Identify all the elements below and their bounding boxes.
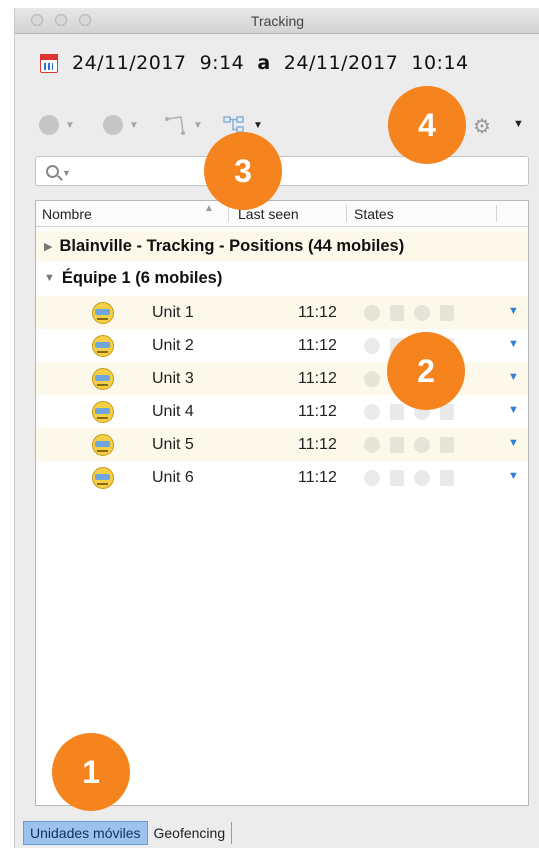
- search-options-chevron-icon[interactable]: ▼: [62, 168, 71, 178]
- bus-unit-icon: [92, 302, 114, 324]
- unit-name: Unit 5: [152, 436, 194, 453]
- bus-unit-icon: [92, 401, 114, 423]
- table-row[interactable]: Unit 1 11:12 ▼: [36, 296, 528, 329]
- mobiles-tree-table: Nombre ▲ Last seen States ▶ Blainville -…: [35, 200, 529, 806]
- states-icons: [364, 437, 454, 453]
- date-from: 24/11/2017 9:14: [72, 52, 245, 74]
- group-row-equipe-1[interactable]: ▼ Équipe 1 (6 mobiles): [36, 263, 528, 293]
- group-label: Équipe 1 (6 mobiles): [61, 268, 223, 287]
- table-row[interactable]: Unit 4 11:12 ▼: [36, 395, 528, 428]
- chevron-down-icon[interactable]: ▼: [508, 305, 519, 317]
- route-button[interactable]: ▼: [165, 114, 203, 136]
- window-title: Tracking: [250, 13, 305, 29]
- chevron-down-icon[interactable]: ▼: [508, 338, 519, 350]
- sort-ascending-icon: ▲: [204, 203, 214, 214]
- title-bar: Tracking: [15, 8, 539, 34]
- unit-name: Unit 4: [152, 403, 194, 420]
- states-icons: [364, 305, 454, 321]
- last-seen-time: 11:12: [298, 370, 337, 387]
- search-field[interactable]: ▼: [35, 156, 529, 186]
- tab-geofencing[interactable]: Geofencing: [148, 822, 233, 844]
- settings-chevron-down-icon[interactable]: ▼: [513, 118, 524, 130]
- bus-unit-icon: [92, 467, 114, 489]
- column-divider[interactable]: [496, 205, 497, 222]
- chevron-down-icon: ▼: [193, 119, 203, 131]
- callout-badge-2: 2: [387, 332, 465, 410]
- unit-name: Unit 3: [152, 370, 194, 387]
- callout-badge-3: 3: [204, 132, 282, 210]
- unit-name: Unit 6: [152, 469, 194, 486]
- last-seen-time: 11:12: [298, 469, 337, 486]
- group-row-blainville[interactable]: ▶ Blainville - Tracking - Positions (44 …: [36, 231, 528, 261]
- status-filter-button[interactable]: ▼: [103, 114, 139, 136]
- chevron-down-icon: ▼: [65, 119, 75, 131]
- last-seen-time: 11:12: [298, 304, 337, 321]
- crosshair-filter-button[interactable]: ▼: [39, 114, 75, 136]
- last-seen-time: 11:12: [298, 337, 337, 354]
- bus-unit-icon: [92, 434, 114, 456]
- date-range-text[interactable]: 24/11/2017 9:14 a 24/11/2017 10:14: [72, 52, 469, 74]
- last-seen-time: 11:12: [298, 436, 337, 453]
- search-icon[interactable]: [46, 164, 59, 178]
- callout-badge-4: 4: [388, 86, 466, 164]
- bottom-tab-bar: Unidades móviles Geofencing: [23, 821, 233, 845]
- gear-icon[interactable]: ⚙: [473, 114, 491, 139]
- collapse-triangle-icon[interactable]: ▼: [44, 272, 55, 284]
- last-seen-time: 11:12: [298, 403, 337, 420]
- column-divider[interactable]: [346, 205, 347, 222]
- dot-icon: [103, 115, 123, 135]
- expand-triangle-icon[interactable]: ▶: [44, 240, 52, 253]
- column-header-nombre[interactable]: Nombre: [42, 206, 92, 222]
- bus-unit-icon: [92, 335, 114, 357]
- bus-unit-icon: [92, 368, 114, 390]
- date-separator: a: [257, 52, 271, 74]
- date-range-bar[interactable]: 24/11/2017 9:14 a 24/11/2017 10:14: [15, 48, 539, 78]
- crosshair-icon: [39, 115, 59, 135]
- chevron-down-icon[interactable]: ▼: [508, 371, 519, 383]
- column-header-states[interactable]: States: [354, 206, 394, 222]
- table-header: Nombre ▲ Last seen States: [36, 201, 528, 227]
- search-input[interactable]: [78, 163, 499, 179]
- callout-badge-1: 1: [52, 733, 130, 811]
- table-row[interactable]: Unit 6 11:12 ▼: [36, 461, 528, 494]
- unit-name: Unit 1: [152, 304, 194, 321]
- table-row[interactable]: Unit 5 11:12 ▼: [36, 428, 528, 461]
- chevron-down-icon: ▼: [129, 119, 139, 131]
- tab-unidades-moviles[interactable]: Unidades móviles: [23, 821, 148, 845]
- chevron-down-icon[interactable]: ▼: [508, 470, 519, 482]
- date-to: 24/11/2017 10:14: [283, 52, 469, 74]
- chevron-down-icon[interactable]: ▼: [508, 437, 519, 449]
- chevron-down-icon: ▼: [253, 119, 263, 131]
- group-label: Blainville - Tracking - Positions (44 mo…: [59, 236, 405, 255]
- unit-name: Unit 2: [152, 337, 194, 354]
- calendar-icon[interactable]: [40, 53, 58, 73]
- chevron-down-icon[interactable]: ▼: [508, 404, 519, 416]
- states-icons: [364, 470, 454, 486]
- route-icon: [165, 116, 185, 135]
